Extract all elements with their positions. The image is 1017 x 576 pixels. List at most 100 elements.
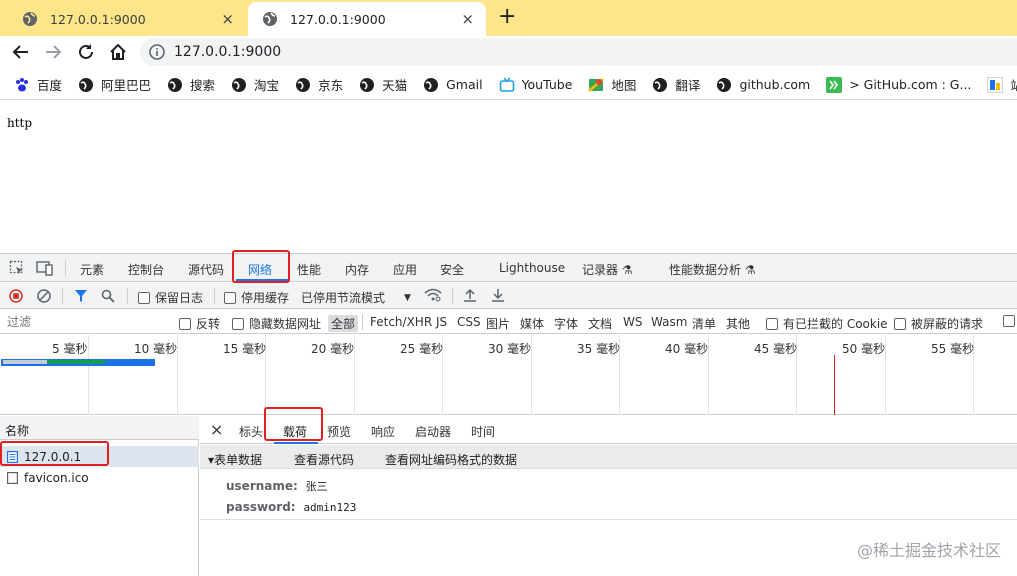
tab-initiator[interactable]: 启动器 (415, 423, 451, 440)
filter-type-media[interactable]: 媒体 (520, 315, 544, 332)
device-toolbar-icon[interactable] (36, 260, 54, 276)
address-bar[interactable]: 127.0.0.1:9000 (140, 38, 1017, 66)
close-icon[interactable]: × (461, 11, 474, 27)
view-source-link[interactable]: 查看源代码 (294, 451, 354, 468)
filter-type-image[interactable]: 图片 (486, 315, 510, 332)
view-url-encoded-link[interactable]: 查看网址编码格式的数据 (385, 451, 517, 468)
filter-type-doc[interactable]: 文档 (588, 315, 612, 332)
bookmark-taobao[interactable]: 淘宝 (231, 75, 279, 94)
filter-type-css[interactable]: CSS (457, 315, 481, 329)
address-url[interactable]: 127.0.0.1:9000 (174, 44, 281, 60)
throttle-select[interactable]: 已停用节流模式 ▼ (301, 289, 411, 306)
tab-performance[interactable]: 性能 (297, 261, 321, 278)
timeline-gridline (531, 335, 532, 415)
tab-console[interactable]: 控制台 (128, 261, 164, 278)
tab-memory[interactable]: 内存 (345, 261, 369, 278)
filter-type-ws[interactable]: WS (623, 315, 642, 329)
form-field-username: username: 张三 (226, 478, 328, 494)
form-data-section-header[interactable]: ▾表单数据 查看源代码 查看网址编码格式的数据 (200, 445, 1017, 469)
bookmark-translate[interactable]: 翻译 (652, 75, 700, 94)
filter-type-wasm[interactable]: Wasm (651, 315, 687, 329)
chevron-right-icon (826, 76, 843, 93)
record-stop-icon[interactable] (9, 289, 23, 303)
checkbox[interactable] (1003, 315, 1015, 327)
filter-input[interactable] (2, 312, 168, 332)
checkbox[interactable] (894, 317, 906, 330)
browser-tab-2[interactable]: 127.0.0.1:9000 × (248, 2, 486, 36)
tab-elements[interactable]: 元素 (80, 261, 104, 278)
tab-sources[interactable]: 源代码 (188, 261, 224, 278)
network-timeline[interactable]: 5 毫秒 10 毫秒 15 毫秒 20 毫秒 25 毫秒 30 毫秒 35 毫秒… (0, 335, 1017, 415)
hide-data-urls-checkbox[interactable]: 隐藏数据网址 (232, 315, 321, 332)
tv-icon (499, 77, 515, 93)
tab-timing[interactable]: 时间 (471, 423, 495, 440)
close-detail-icon[interactable]: × (210, 420, 223, 439)
request-list: 名称 127.0.0.1 favicon.ico (0, 416, 199, 576)
third-party-checkbox[interactable] (1003, 315, 1015, 327)
tab-title: 127.0.0.1:9000 (290, 11, 386, 27)
browser-tab-1[interactable]: 127.0.0.1:9000 × (8, 2, 246, 36)
bookmark-webmaster[interactable]: 站长 (987, 75, 1017, 94)
checkbox[interactable] (766, 317, 778, 330)
request-row[interactable]: favicon.ico (0, 467, 199, 488)
filter-icon[interactable] (74, 289, 88, 303)
globe-icon (423, 77, 439, 93)
load-event-marker (834, 355, 835, 415)
invert-checkbox[interactable]: 反转 (179, 315, 220, 332)
field-key: username: (226, 479, 298, 493)
search-icon[interactable] (101, 289, 115, 303)
form-data-title[interactable]: ▾表单数据 (208, 451, 262, 468)
network-conditions-icon[interactable] (424, 288, 442, 302)
checkbox[interactable] (224, 291, 236, 304)
inspect-element-icon[interactable] (9, 260, 25, 276)
filter-type-fetch-xhr[interactable]: Fetch/XHR (370, 315, 432, 329)
filter-type-js[interactable]: JS (436, 315, 447, 329)
new-tab-button[interactable]: + (498, 5, 516, 29)
bookmark-alibaba[interactable]: 阿里巴巴 (78, 75, 151, 94)
tab-lighthouse[interactable]: Lighthouse (499, 261, 565, 275)
bookmark-search[interactable]: 搜索 (167, 75, 215, 94)
highlight-network-tab (232, 250, 290, 283)
tab-response[interactable]: 响应 (371, 423, 395, 440)
bookmark-tmall[interactable]: 天猫 (359, 75, 407, 94)
close-icon[interactable]: × (221, 11, 234, 27)
tab-headers[interactable]: 标头 (239, 423, 263, 440)
disable-cache-checkbox[interactable]: 停用缓存 (224, 289, 289, 306)
blocked-cookies-checkbox[interactable]: 有已拦截的 Cookie (766, 315, 888, 332)
home-button[interactable] (107, 41, 129, 63)
filter-type-all[interactable]: 全部 (328, 315, 359, 332)
forward-button[interactable] (42, 41, 64, 63)
preserve-log-checkbox[interactable]: 保留日志 (138, 289, 203, 306)
reload-button[interactable] (75, 41, 97, 63)
checkbox[interactable] (232, 317, 244, 330)
tab-performance-insights[interactable]: 性能数据分析 ⚗ (669, 261, 756, 278)
clear-icon[interactable] (37, 289, 51, 303)
bookmark-jd[interactable]: 京东 (295, 75, 343, 94)
info-icon[interactable] (149, 44, 165, 60)
filter-type-other[interactable]: 其他 (726, 315, 750, 332)
bookmark-gmail[interactable]: Gmail (423, 77, 483, 93)
bookmark-maps[interactable]: 地图 (588, 75, 636, 94)
import-har-icon[interactable] (463, 288, 477, 302)
filter-type-manifest[interactable]: 清单 (692, 315, 716, 332)
filter-type-font[interactable]: 字体 (554, 315, 578, 332)
checkbox[interactable] (138, 291, 150, 304)
bookmark-youtube[interactable]: YouTube (499, 77, 572, 93)
column-header-name[interactable]: 名称 (0, 416, 199, 440)
checkbox[interactable] (179, 317, 191, 330)
tab-recorder[interactable]: 记录器 ⚗ (582, 261, 633, 278)
network-toolbar: 保留日志 停用缓存 已停用节流模式 ▼ (0, 283, 1017, 309)
tab-security[interactable]: 安全 (440, 261, 464, 278)
bookmark-github-g[interactable]: > GitHub.com : G... (826, 76, 971, 93)
tab-preview[interactable]: 预览 (327, 423, 351, 440)
highlight-request-row (0, 441, 109, 466)
blocked-requests-checkbox[interactable]: 被屏蔽的请求 (894, 315, 983, 332)
field-value: admin123 (303, 501, 357, 514)
file-icon (7, 471, 18, 484)
back-button[interactable] (10, 41, 32, 63)
tab-application[interactable]: 应用 (393, 261, 417, 278)
bookmarks-bar: 百度 阿里巴巴 搜索 淘宝 京东 天猫 Gmail YouTube 地图 翻译 … (0, 70, 1017, 100)
bookmark-github[interactable]: github.com (716, 77, 810, 93)
export-har-icon[interactable] (491, 288, 505, 302)
bookmark-baidu[interactable]: 百度 (14, 75, 62, 94)
